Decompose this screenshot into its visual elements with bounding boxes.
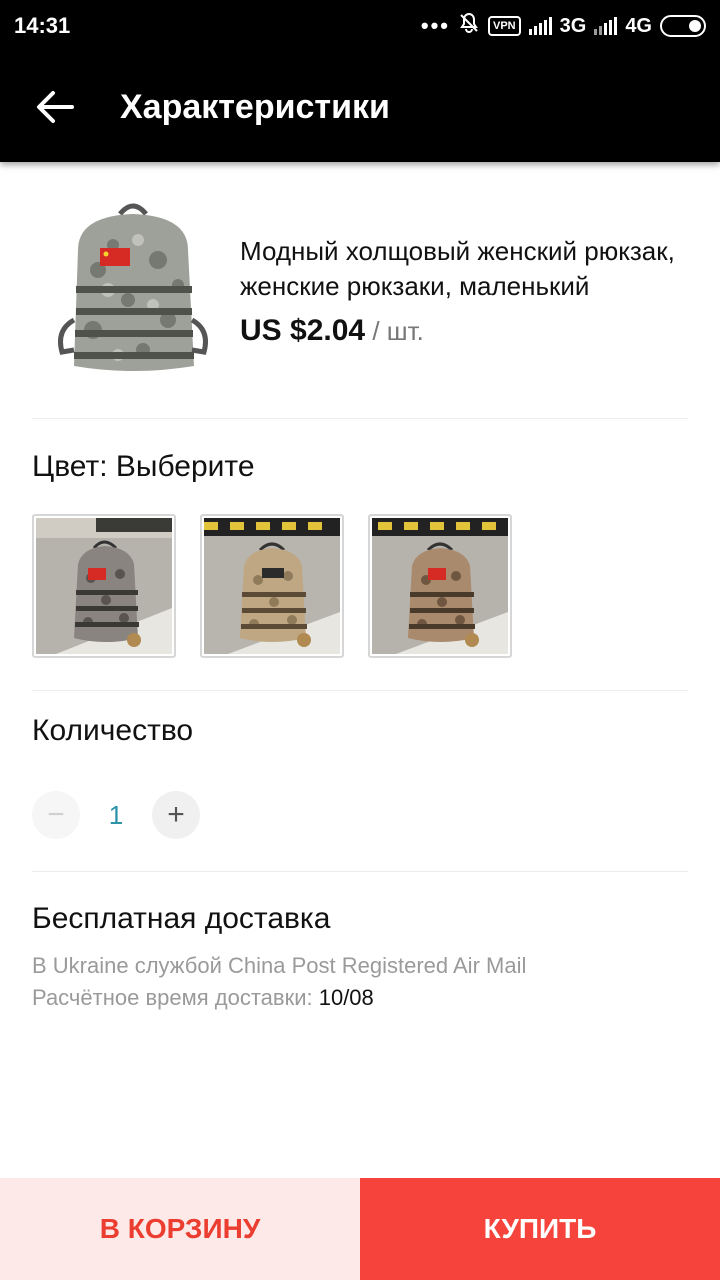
divider	[32, 418, 688, 419]
product-title[interactable]: Модный холщовый женский рюкзак, женские …	[240, 234, 690, 304]
bell-off-icon	[458, 12, 480, 40]
color-option-desert-camo[interactable]	[368, 514, 512, 658]
divider	[32, 871, 688, 872]
color-label: Цвет: Выберите	[32, 450, 255, 483]
divider	[32, 690, 688, 691]
network-3g: 3G	[559, 14, 587, 37]
network-4g: 4G	[625, 14, 652, 37]
status-icons: ••• VPN 3G 4G	[421, 12, 706, 40]
signal-icon	[528, 17, 552, 35]
status-bar: 14:31 ••• VPN 3G 4G	[0, 0, 720, 52]
add-to-cart-button[interactable]: В КОРЗИНУ	[0, 1178, 360, 1280]
shipping-method: В Ukraine службой China Post Registered …	[32, 953, 527, 978]
shipping-eta-label: Расчётное время доставки:	[32, 985, 319, 1010]
product-info: Модный холщовый женский рюкзак, женские …	[240, 234, 690, 348]
vpn-icon: VPN	[488, 16, 521, 36]
battery-icon	[660, 15, 706, 37]
arrow-left-icon	[37, 91, 74, 123]
product-summary: Модный холщовый женский рюкзак, женские …	[0, 180, 720, 420]
product-price: US $2.04	[240, 314, 366, 347]
app-bar: Характеристики	[0, 52, 720, 162]
quantity-increase-button[interactable]: +	[152, 791, 200, 839]
quantity-value[interactable]: 1	[80, 800, 152, 831]
price-row: US $2.04 / шт.	[240, 314, 690, 348]
back-button[interactable]	[0, 52, 110, 162]
color-option-gray-camo[interactable]	[32, 514, 176, 658]
more-dots-icon: •••	[420, 13, 450, 38]
quantity-label: Количество	[32, 714, 194, 747]
color-option-sand-camo[interactable]	[200, 514, 344, 658]
product-image[interactable]	[48, 190, 218, 380]
color-options	[32, 514, 512, 658]
signal-icon	[594, 17, 618, 35]
action-bar: В КОРЗИНУ КУПИТЬ	[0, 1178, 720, 1280]
status-time: 14:31	[14, 13, 71, 38]
price-unit: / шт.	[365, 316, 424, 346]
shipping-eta-date: 10/08	[318, 985, 374, 1010]
shipping-title: Бесплатная доставка	[32, 902, 331, 935]
quantity-stepper: − 1 +	[32, 791, 200, 839]
page-title: Характеристики	[120, 87, 390, 126]
shipping-eta: Расчётное время доставки: 10/08	[32, 985, 374, 1011]
buy-now-button[interactable]: КУПИТЬ	[360, 1178, 720, 1280]
quantity-decrease-button[interactable]: −	[32, 791, 80, 839]
